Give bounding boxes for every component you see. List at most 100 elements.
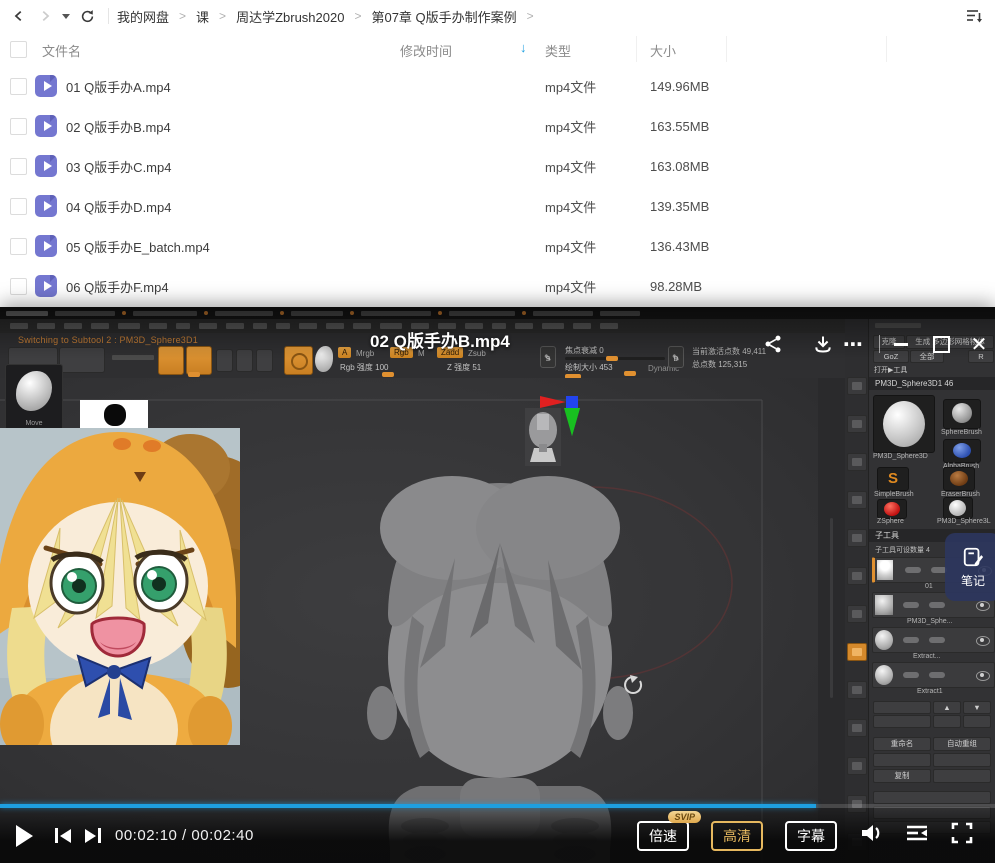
- shelf-icon[interactable]: [847, 453, 867, 471]
- row-checkbox[interactable]: [10, 118, 27, 135]
- brush-thumbnail[interactable]: [943, 439, 981, 463]
- current-tool-thumbnail[interactable]: [873, 395, 935, 453]
- subtool-slider[interactable]: [903, 637, 919, 643]
- folder-icon-button[interactable]: [933, 715, 961, 728]
- panel-button[interactable]: [873, 753, 931, 767]
- subtool-list-button[interactable]: [873, 701, 931, 714]
- next-button[interactable]: [85, 828, 101, 843]
- maximize-button[interactable]: [928, 331, 954, 357]
- speed-button[interactable]: 倍速 SVIP: [637, 821, 689, 851]
- row-checkbox[interactable]: [10, 158, 27, 175]
- folder-button[interactable]: [873, 715, 931, 728]
- slider-handle[interactable]: [624, 371, 636, 376]
- rgb-intensity-label[interactable]: Rgb 强度 100: [340, 362, 388, 373]
- table-row[interactable]: 06 Q版手办F.mp4 mp4文件 98.28MB: [0, 266, 995, 306]
- z-intensity-label[interactable]: Z 强度 51: [447, 362, 481, 373]
- table-row[interactable]: 03 Q版手办C.mp4 mp4文件 163.08MB: [0, 146, 995, 186]
- file-name[interactable]: 05 Q版手办E_batch.mp4: [66, 237, 210, 256]
- brush-thumbnail[interactable]: [943, 467, 975, 491]
- volume-button[interactable]: [859, 822, 883, 849]
- rename-button[interactable]: 重命名: [873, 737, 931, 751]
- shelf-icon[interactable]: [847, 377, 867, 395]
- tool-header[interactable]: PM3D_Sphere3D1 46: [869, 377, 995, 390]
- shelf-icon-active[interactable]: [847, 643, 867, 661]
- file-name[interactable]: 01 Q版手办A.mp4: [66, 77, 171, 96]
- subtool-slider[interactable]: [903, 602, 919, 608]
- shelf-icon[interactable]: [847, 719, 867, 737]
- shelf-icon[interactable]: [847, 681, 867, 699]
- table-row[interactable]: 04 Q版手办D.mp4 mp4文件 139.35MB: [0, 186, 995, 226]
- download-button[interactable]: [810, 331, 836, 357]
- row-checkbox[interactable]: [10, 238, 27, 255]
- eye-icon[interactable]: [976, 671, 990, 681]
- subtool-row[interactable]: [872, 627, 995, 653]
- shelf-icon[interactable]: [847, 415, 867, 433]
- move-down-button[interactable]: ▼: [963, 701, 991, 714]
- column-size[interactable]: 大小: [650, 41, 676, 60]
- shelf-icon[interactable]: [847, 491, 867, 509]
- row-checkbox[interactable]: [10, 278, 27, 295]
- breadcrumb-item-chapter[interactable]: 第07章 Q版手办制作案例: [371, 7, 516, 26]
- material-thumbnail[interactable]: Move: [5, 364, 63, 430]
- move-up-button[interactable]: ▲: [933, 701, 961, 714]
- brush-thumbnail[interactable]: [943, 399, 981, 429]
- refresh-button[interactable]: [74, 3, 100, 29]
- brush-thumbnail[interactable]: [943, 497, 973, 519]
- subtool-row[interactable]: [872, 662, 995, 688]
- back-button[interactable]: [6, 3, 32, 29]
- open-tool-label[interactable]: 打开▶工具: [874, 365, 907, 375]
- column-modified[interactable]: 修改时间: [400, 41, 452, 60]
- fullscreen-button[interactable]: [951, 822, 973, 849]
- shelf-icon[interactable]: [847, 605, 867, 623]
- close-button[interactable]: ✕: [966, 331, 992, 357]
- file-name[interactable]: 06 Q版手办F.mp4: [66, 277, 169, 296]
- subtool-slider[interactable]: [903, 672, 919, 678]
- more-button[interactable]: ⋯: [840, 331, 866, 357]
- quality-button[interactable]: 高清: [711, 821, 763, 851]
- eye-icon[interactable]: [976, 636, 990, 646]
- table-row[interactable]: 01 Q版手办A.mp4 mp4文件 149.96MB: [0, 66, 995, 106]
- minimize-button[interactable]: [888, 331, 914, 357]
- panel-button[interactable]: [873, 791, 991, 804]
- share-button[interactable]: [760, 331, 786, 357]
- breadcrumb-item-course[interactable]: 课: [196, 7, 209, 26]
- shelf-icon[interactable]: [847, 567, 867, 585]
- slider-handle[interactable]: [382, 372, 394, 377]
- subtool-slider[interactable]: [929, 602, 945, 608]
- brush-thumbnail[interactable]: [877, 499, 907, 519]
- file-name[interactable]: 02 Q版手办B.mp4: [66, 117, 171, 136]
- file-name[interactable]: 04 Q版手办D.mp4: [66, 197, 171, 216]
- eye-icon[interactable]: [976, 601, 990, 611]
- panel-button[interactable]: [933, 769, 991, 783]
- duplicate-button[interactable]: 复制: [873, 769, 931, 783]
- table-row[interactable]: 05 Q版手办E_batch.mp4 mp4文件 136.43MB: [0, 226, 995, 266]
- previous-button[interactable]: [55, 828, 71, 843]
- folder-icon-button[interactable]: [963, 715, 991, 728]
- subtool-slider[interactable]: [905, 567, 921, 573]
- brush-thumbnail[interactable]: S: [877, 467, 909, 491]
- row-checkbox[interactable]: [10, 78, 27, 95]
- forward-button[interactable]: [32, 3, 58, 29]
- breadcrumb-item-root[interactable]: 我的网盘: [117, 7, 169, 26]
- shelf-icon[interactable]: [847, 757, 867, 775]
- draw-size-label[interactable]: 绘制大小 453: [565, 362, 613, 373]
- panel-button[interactable]: [933, 753, 991, 767]
- slider-handle[interactable]: [188, 372, 200, 377]
- history-dropdown[interactable]: [58, 3, 74, 29]
- subtitle-button[interactable]: 字幕: [785, 821, 837, 851]
- select-all-checkbox[interactable]: [10, 41, 27, 58]
- sort-direction-icon[interactable]: ↓: [520, 40, 527, 55]
- row-checkbox[interactable]: [10, 198, 27, 215]
- play-button[interactable]: [16, 825, 33, 847]
- subtool-slider[interactable]: [929, 637, 945, 643]
- column-name[interactable]: 文件名: [42, 41, 81, 60]
- breadcrumb-item-zbrush[interactable]: 周达学Zbrush2020: [236, 7, 344, 26]
- auto-reorder-button[interactable]: 自动重组: [933, 737, 991, 751]
- sort-view-button[interactable]: [965, 7, 983, 30]
- camera-bust-widget[interactable]: [525, 408, 561, 466]
- column-type[interactable]: 类型: [545, 41, 571, 60]
- alpha-preview[interactable]: [80, 400, 148, 428]
- playlist-button[interactable]: [905, 823, 929, 848]
- canvas-scrollbar[interactable]: [830, 518, 833, 698]
- table-row[interactable]: 02 Q版手办B.mp4 mp4文件 163.55MB: [0, 106, 995, 146]
